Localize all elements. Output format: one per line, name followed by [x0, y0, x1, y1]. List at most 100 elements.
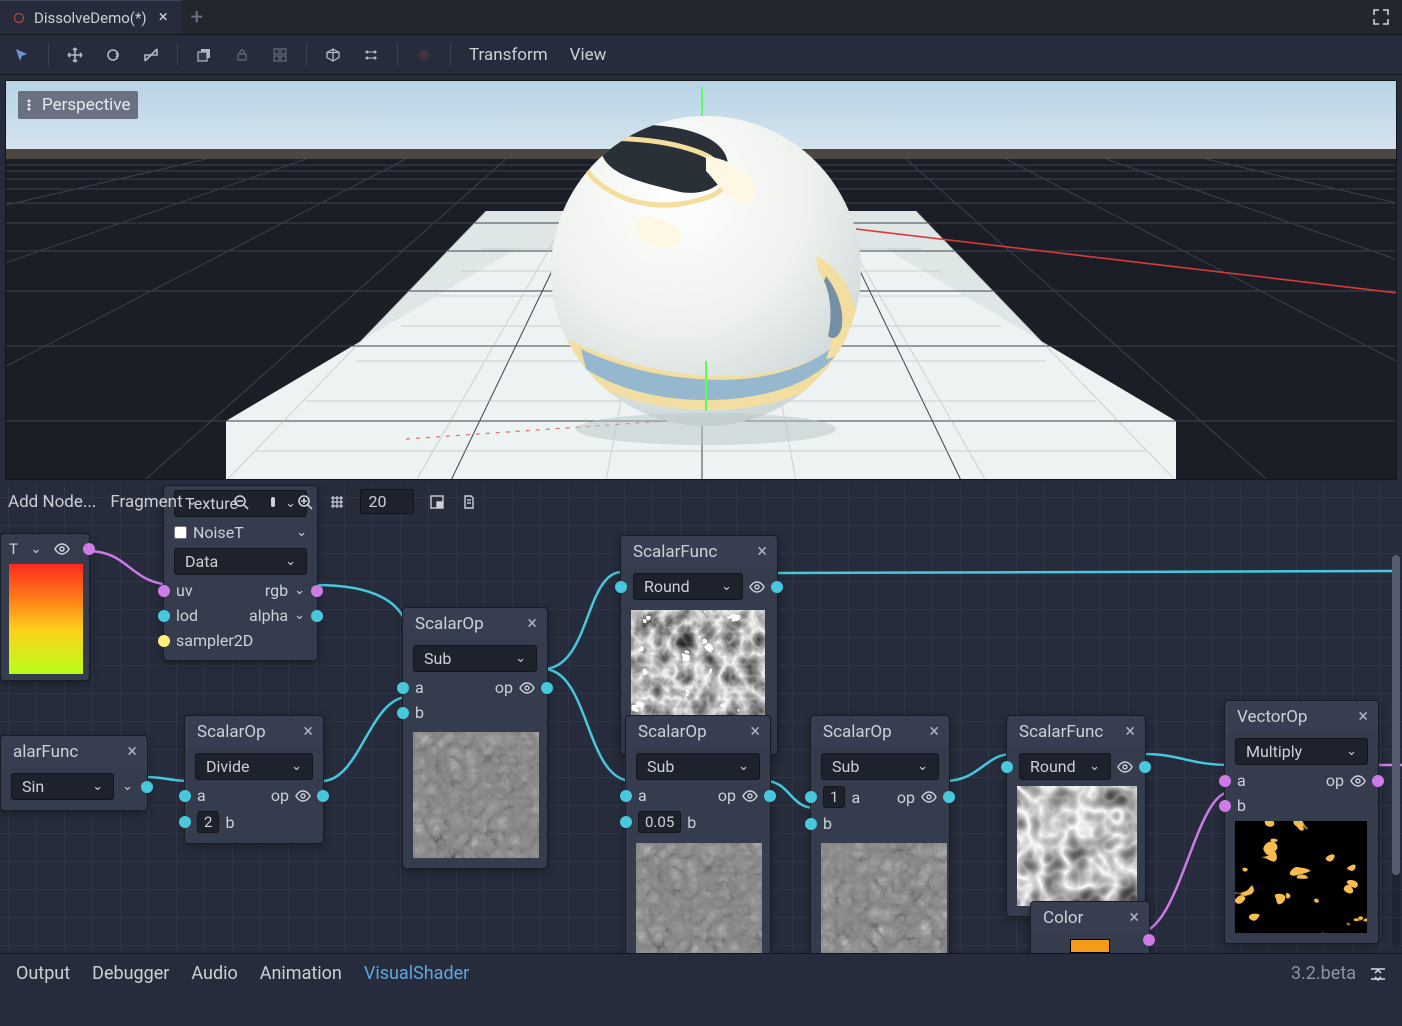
close-icon[interactable]: ×	[523, 613, 541, 634]
scale-tool-icon[interactable]	[139, 43, 163, 67]
close-icon[interactable]: ×	[753, 541, 771, 562]
input-port-uv[interactable]	[158, 585, 170, 597]
file-icon[interactable]	[460, 493, 478, 511]
scalarfunc-round-node-2[interactable]: ScalarFunc× Round⌄	[1006, 715, 1146, 917]
visibility-icon[interactable]	[519, 680, 535, 696]
viewport-3d[interactable]: Perspective	[5, 80, 1397, 480]
input-port-b[interactable]	[397, 707, 409, 719]
tab-visualshader[interactable]: VisualShader	[364, 963, 469, 984]
input-b-value[interactable]: 0.05	[638, 811, 681, 833]
input-port[interactable]	[615, 581, 627, 593]
output-port[interactable]	[1143, 934, 1155, 946]
close-icon[interactable]: ×	[1125, 907, 1143, 928]
visibility-icon[interactable]	[921, 789, 937, 805]
input-port-a[interactable]	[620, 790, 632, 802]
vectorop-multiply-node[interactable]: VectorOp× Multiply⌄ a op b	[1224, 700, 1379, 944]
snap-icon[interactable]	[321, 43, 345, 67]
particles-icon[interactable]	[412, 43, 436, 67]
output-port[interactable]	[771, 581, 783, 593]
output-port[interactable]	[141, 781, 153, 793]
output-port[interactable]	[83, 543, 95, 555]
func-dropdown[interactable]: Round⌄	[1019, 753, 1111, 780]
op-dropdown[interactable]: Multiply⌄	[1235, 738, 1368, 765]
shader-stage-dropdown[interactable]: Fragment ⌄	[110, 492, 197, 512]
input-port[interactable]	[1001, 761, 1013, 773]
scalarop-divide-node[interactable]: ScalarOp× Divide ⌄ a op 2b	[184, 715, 324, 844]
scrollbar-thumb[interactable]	[1392, 555, 1400, 875]
input-port-a[interactable]	[1219, 775, 1231, 787]
output-port[interactable]	[1372, 775, 1384, 787]
collapse-panel-icon[interactable]	[1370, 966, 1386, 982]
group-icon[interactable]	[268, 43, 292, 67]
scalarfunc-sin-node[interactable]: alarFunc× Sin ⌄ ⌄	[0, 735, 148, 811]
expand-icon[interactable]	[1360, 0, 1402, 34]
gradient-node[interactable]: T ⌄	[0, 533, 90, 681]
input-a-value[interactable]: 1	[823, 786, 845, 808]
input-port-b[interactable]	[1219, 800, 1231, 812]
snap-options-icon[interactable]	[359, 43, 383, 67]
close-icon[interactable]: ×	[1121, 721, 1139, 742]
node-graph[interactable]: T ⌄ Texture ⌄	[0, 485, 1402, 953]
close-icon[interactable]: ×	[746, 721, 764, 742]
op-dropdown[interactable]: Sub⌄	[636, 753, 760, 780]
input-b-value[interactable]: 2	[197, 811, 219, 833]
close-icon[interactable]: ×	[123, 741, 141, 762]
scalarop-sub-node-3[interactable]: ScalarOp× Sub⌄ 1a op b	[810, 715, 950, 953]
close-icon[interactable]: ×	[159, 9, 168, 26]
scalarop-sub-node-1[interactable]: ScalarOp× Sub⌄ a op b	[402, 607, 548, 869]
op-dropdown[interactable]: Sub⌄	[821, 753, 939, 780]
close-icon[interactable]: ×	[925, 721, 943, 742]
op-dropdown[interactable]: Sub⌄	[413, 645, 537, 672]
color-node[interactable]: Color×	[1030, 901, 1150, 953]
output-port[interactable]	[764, 790, 776, 802]
add-tab-button[interactable]: +	[182, 0, 212, 34]
input-port-a[interactable]	[179, 790, 191, 802]
color-swatch[interactable]	[1070, 939, 1110, 953]
visibility-icon[interactable]	[1350, 773, 1366, 789]
select-tool-icon[interactable]	[10, 43, 34, 67]
view-menu[interactable]: View	[566, 41, 611, 69]
texture-use-dropdown[interactable]: Data ⌄	[174, 548, 307, 575]
output-port-alpha[interactable]	[311, 610, 323, 622]
minimap-icon[interactable]	[428, 493, 446, 511]
lock-icon[interactable]	[230, 43, 254, 67]
input-port-b[interactable]	[179, 816, 191, 828]
scene-tab[interactable]: DissolveDemo(*) ×	[0, 0, 182, 34]
local-coords-icon[interactable]	[192, 43, 216, 67]
visibility-icon[interactable]	[749, 579, 765, 595]
close-icon[interactable]: ×	[1354, 706, 1372, 727]
tab-audio[interactable]: Audio	[191, 963, 237, 984]
tab-animation[interactable]: Animation	[260, 963, 342, 984]
visibility-icon[interactable]	[54, 541, 70, 557]
input-port-lod[interactable]	[158, 610, 170, 622]
tab-debugger[interactable]: Debugger	[92, 963, 169, 984]
input-port-a[interactable]	[397, 682, 409, 694]
zoom-out-icon[interactable]	[232, 493, 250, 511]
grid-snap-value[interactable]: 20	[360, 489, 414, 514]
func-dropdown[interactable]: Sin ⌄	[11, 773, 114, 800]
rotate-tool-icon[interactable]	[101, 43, 125, 67]
output-port-rgb[interactable]	[311, 585, 323, 597]
graph-scrollbar[interactable]	[1392, 555, 1400, 949]
input-port-sampler[interactable]	[158, 635, 170, 647]
scalarop-sub-node-2[interactable]: ScalarOp× Sub⌄ a op 0.05b	[625, 715, 771, 953]
output-port[interactable]	[1139, 761, 1151, 773]
input-port-b[interactable]	[620, 816, 632, 828]
func-dropdown[interactable]: Round⌄	[633, 573, 743, 600]
zoom-reset-icon[interactable]	[264, 493, 282, 511]
output-port[interactable]	[317, 790, 329, 802]
visibility-icon[interactable]	[1117, 759, 1133, 775]
visibility-icon[interactable]	[295, 788, 311, 804]
output-port[interactable]	[943, 791, 955, 803]
input-port-b[interactable]	[805, 818, 817, 830]
camera-mode-button[interactable]: Perspective	[18, 91, 138, 119]
texture-checkbox[interactable]	[174, 526, 187, 539]
transform-menu[interactable]: Transform	[465, 41, 552, 69]
grid-snap-icon[interactable]	[328, 493, 346, 511]
op-dropdown[interactable]: Divide ⌄	[195, 753, 313, 780]
output-port[interactable]	[541, 682, 553, 694]
move-tool-icon[interactable]	[63, 43, 87, 67]
add-node-button[interactable]: Add Node...	[8, 492, 96, 512]
chevron-down-icon[interactable]: ⌄	[296, 525, 307, 540]
zoom-in-icon[interactable]	[296, 493, 314, 511]
